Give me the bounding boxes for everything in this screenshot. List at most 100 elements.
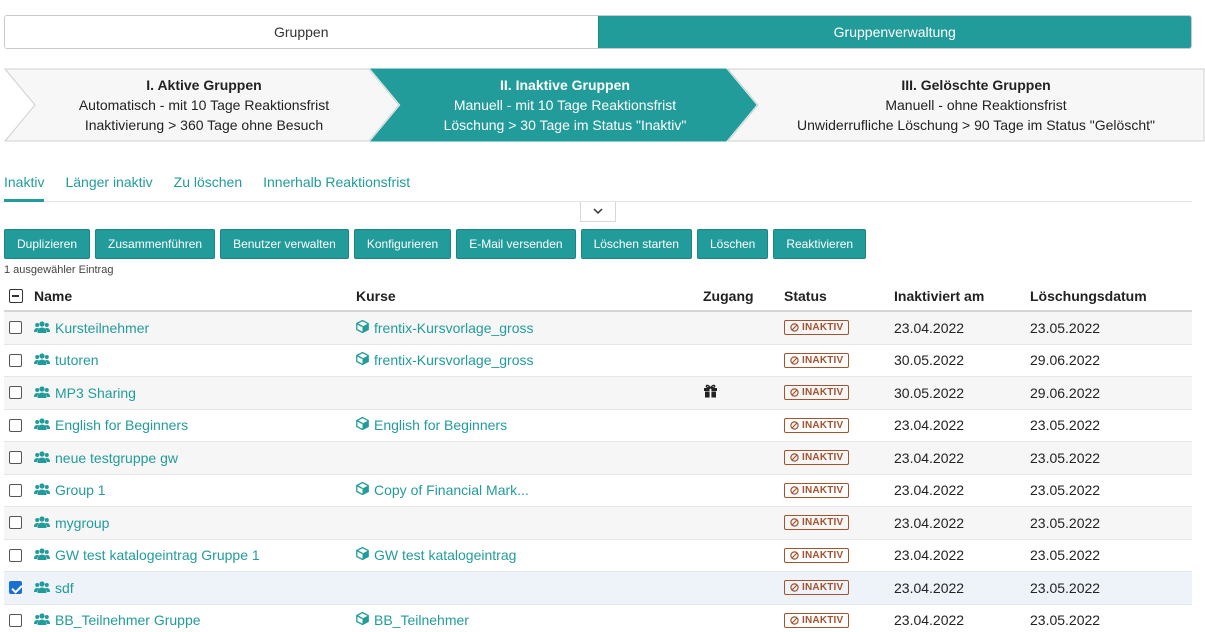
- row-checkbox[interactable]: [9, 312, 22, 344]
- row-checkbox[interactable]: [9, 410, 22, 442]
- ban-icon: [790, 518, 799, 527]
- column-header-status[interactable]: Status: [784, 282, 827, 310]
- course-link[interactable]: GW test katalogeintrag: [356, 540, 516, 572]
- status-cell: INAKTIV: [784, 345, 850, 377]
- users-icon: [34, 417, 50, 433]
- group-name-text: mygroup: [55, 514, 110, 531]
- step-geloeschte-gruppen[interactable]: III. Gelöschte Gruppen Manuell - ohne Re…: [758, 68, 1194, 142]
- step-aktive-gruppen[interactable]: I. Aktive Gruppen Automatisch - mit 10 T…: [34, 68, 374, 142]
- course-link[interactable]: Copy of Financial Mark...: [356, 475, 529, 507]
- row-checkbox[interactable]: [9, 377, 22, 409]
- loeschung-date: 29.06.2022: [1030, 352, 1101, 369]
- step-title: II. Inaktive Gruppen: [500, 77, 630, 93]
- course-cube-icon: [356, 612, 369, 628]
- loeschung-date: 23.05.2022: [1030, 514, 1101, 531]
- row-checkbox[interactable]: [9, 572, 22, 604]
- step-line: Automatisch - mit 10 Tage Reaktionsfrist: [78, 97, 330, 113]
- course-name-text: Copy of Financial Mark...: [374, 482, 529, 499]
- step-line: Inaktivierung > 360 Tage ohne Besuch: [84, 117, 324, 133]
- row-checkbox[interactable]: [9, 605, 22, 632]
- action-toolbar: Duplizieren Zusammenführen Benutzer verw…: [4, 229, 867, 259]
- course-name-text: BB_Teilnehmer: [374, 612, 469, 629]
- row-checkbox[interactable]: [9, 507, 22, 539]
- table-row: English for Beginners English for Beginne…: [4, 410, 1192, 442]
- step-inaktive-gruppen[interactable]: II. Inaktive Gruppen Manuell - mit 10 Ta…: [396, 68, 734, 142]
- loeschung-date: 23.05.2022: [1030, 449, 1101, 466]
- ban-icon: [790, 453, 799, 462]
- subtab-innerhalb-reaktionsfrist[interactable]: Innerhalb Reaktionsfrist: [263, 170, 410, 202]
- expand-filters-button[interactable]: [580, 202, 616, 222]
- sub-tab-bar: Inaktiv Länger inaktiv Zu löschen Innerh…: [4, 170, 1192, 202]
- column-header-kurse[interactable]: Kurse: [356, 282, 396, 310]
- ban-icon: [790, 583, 799, 592]
- course-cube-icon: [356, 417, 369, 433]
- group-name-link[interactable]: Group 1: [34, 475, 106, 507]
- groups-table: Name Kurse Zugang Status Inaktiviert am …: [4, 282, 1192, 632]
- course-link[interactable]: frentix-Kursvorlage_gross: [356, 345, 534, 377]
- inaktiviert-date: 23.04.2022: [894, 547, 965, 564]
- reaktivieren-button[interactable]: Reaktivieren: [773, 229, 867, 259]
- users-icon: [34, 385, 50, 401]
- selection-info: 1 ausgewähler Eintrag: [4, 264, 114, 276]
- group-name-link[interactable]: GW test katalogeintrag Gruppe 1: [34, 540, 260, 572]
- group-name-link[interactable]: mygroup: [34, 507, 109, 539]
- subtab-inaktiv[interactable]: Inaktiv: [4, 170, 45, 202]
- course-name-text: frentix-Kursvorlage_gross: [374, 319, 534, 336]
- row-checkbox[interactable]: [9, 442, 22, 474]
- group-name-link[interactable]: sdf: [34, 572, 74, 604]
- status-badge: INAKTIV: [784, 612, 850, 628]
- benutzer-verwalten-button[interactable]: Benutzer verwalten: [220, 229, 349, 259]
- column-header-name[interactable]: Name: [34, 282, 72, 310]
- inaktiviert-date: 23.04.2022: [894, 612, 965, 629]
- ban-icon: [790, 323, 799, 332]
- users-icon: [34, 580, 50, 596]
- users-icon: [34, 320, 50, 336]
- row-checkbox[interactable]: [9, 475, 22, 507]
- group-name-link[interactable]: MP3 Sharing: [34, 377, 136, 409]
- column-header-zugang[interactable]: Zugang: [703, 282, 754, 310]
- group-name-link[interactable]: English for Beginners: [34, 410, 188, 442]
- row-checkbox[interactable]: [9, 345, 22, 377]
- group-name-link[interactable]: Kursteilnehmer: [34, 312, 149, 344]
- users-icon: [34, 612, 50, 628]
- group-name-text: tutoren: [55, 352, 99, 369]
- loeschung-date: 23.05.2022: [1030, 319, 1101, 336]
- ban-icon: [790, 388, 799, 397]
- column-header-inaktiviert[interactable]: Inaktiviert am: [894, 282, 984, 310]
- status-badge: INAKTIV: [784, 482, 850, 498]
- table-row: tutoren frentix-Kursvorlage_gross INAKTIV 3…: [4, 345, 1192, 377]
- select-all-checkbox[interactable]: [9, 282, 23, 310]
- status-cell: INAKTIV: [784, 540, 850, 572]
- step-line: Manuell - mit 10 Tage Reaktionsfrist: [453, 97, 677, 113]
- email-versenden-button[interactable]: E-Mail versenden: [456, 229, 576, 259]
- inaktiviert-date: 23.04.2022: [894, 514, 965, 531]
- course-link[interactable]: English for Beginners: [356, 410, 507, 442]
- course-link[interactable]: BB_Teilnehmer: [356, 605, 469, 632]
- step-line: Unwiderrufliche Löschung > 90 Tage im St…: [797, 117, 1155, 133]
- group-name-link[interactable]: tutoren: [34, 345, 99, 377]
- inaktiviert-date: 23.04.2022: [894, 319, 965, 336]
- zusammenfuehren-button[interactable]: Zusammenführen: [95, 229, 216, 259]
- table-row: Group 1 Copy of Financial Mark... INAKTIV 2…: [4, 475, 1192, 507]
- tab-gruppenverwaltung[interactable]: Gruppenverwaltung: [597, 16, 1191, 48]
- group-name-link[interactable]: BB_Teilnehmer Gruppe: [34, 605, 201, 632]
- konfigurieren-button[interactable]: Konfigurieren: [353, 229, 452, 259]
- table-row: GW test katalogeintrag Gruppe 1 GW test k…: [4, 540, 1192, 572]
- users-icon: [34, 352, 50, 368]
- inaktiviert-date: 23.04.2022: [894, 417, 965, 434]
- lifecycle-steps: I. Aktive Gruppen Automatisch - mit 10 T…: [4, 68, 1205, 142]
- duplizieren-button[interactable]: Duplizieren: [4, 229, 91, 259]
- course-link[interactable]: frentix-Kursvorlage_gross: [356, 312, 534, 344]
- loeschung-date: 29.06.2022: [1030, 384, 1101, 401]
- row-checkbox[interactable]: [9, 540, 22, 572]
- tab-gruppen[interactable]: Gruppen: [5, 16, 598, 48]
- group-name-link[interactable]: neue testgruppe gw: [34, 442, 178, 474]
- users-icon: [34, 515, 50, 531]
- loeschen-starten-button[interactable]: Löschen starten: [580, 229, 692, 259]
- subtab-laenger-inaktiv[interactable]: Länger inaktiv: [65, 170, 152, 202]
- loeschen-button[interactable]: Löschen: [696, 229, 769, 259]
- subtab-zu-loeschen[interactable]: Zu löschen: [174, 170, 242, 202]
- column-header-loeschung[interactable]: Löschungsdatum: [1030, 282, 1147, 310]
- group-name-text: neue testgruppe gw: [55, 449, 178, 466]
- status-badge: INAKTIV: [784, 320, 850, 336]
